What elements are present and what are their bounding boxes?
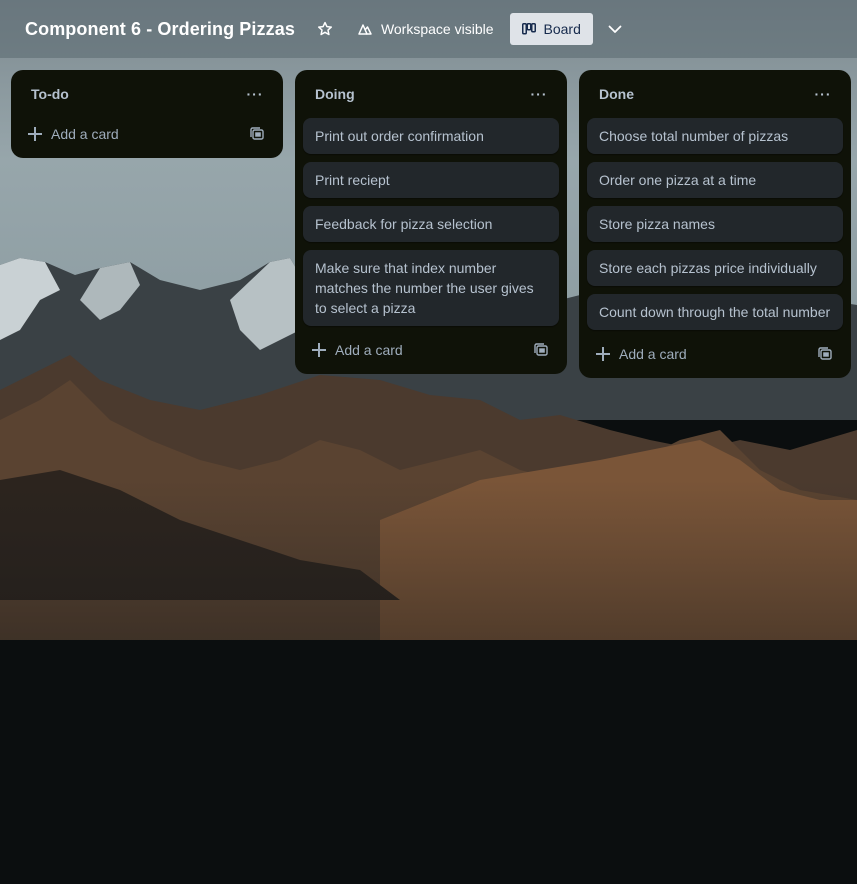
create-from-template-button[interactable]: [813, 342, 837, 366]
template-icon: [818, 347, 832, 360]
add-card-button[interactable]: Add a card: [27, 126, 119, 142]
add-card-label: Add a card: [335, 342, 403, 358]
list-title[interactable]: Doing: [315, 86, 355, 102]
visibility-label: Workspace visible: [380, 21, 494, 37]
list-title[interactable]: To-do: [31, 86, 69, 102]
list-header: To-do ···: [19, 70, 275, 118]
card[interactable]: Store pizza names: [587, 206, 843, 242]
star-button[interactable]: [309, 13, 341, 45]
list-menu-button[interactable]: ···: [807, 78, 839, 110]
list-doing: Doing ··· Print out order confirmation P…: [295, 70, 567, 374]
template-icon: [250, 127, 264, 140]
list-header: Done ···: [587, 70, 843, 118]
card[interactable]: Choose total number of pizzas: [587, 118, 843, 154]
add-card-label: Add a card: [51, 126, 119, 142]
card[interactable]: Make sure that index number matches the …: [303, 250, 559, 326]
list-footer: Add a card: [19, 118, 275, 150]
add-card-label: Add a card: [619, 346, 687, 362]
board-icon: [521, 23, 536, 35]
list-footer: Add a card: [303, 334, 559, 366]
list-done: Done ··· Choose total number of pizzas O…: [579, 70, 851, 378]
add-card-button[interactable]: Add a card: [595, 346, 687, 362]
card[interactable]: Count down through the total number: [587, 294, 843, 330]
list-footer: Add a card: [587, 338, 843, 370]
add-card-button[interactable]: Add a card: [311, 342, 403, 358]
views-dropdown-button[interactable]: [599, 13, 631, 45]
board-header: Component 6 - Ordering Pizzas Workspace …: [0, 0, 857, 58]
create-from-template-button[interactable]: [245, 122, 269, 146]
more-icon: ···: [814, 86, 832, 102]
people-icon: [358, 24, 372, 35]
card-list: Print out order confirmation Print recie…: [303, 118, 559, 326]
list-title[interactable]: Done: [599, 86, 634, 102]
board-view-label: Board: [543, 21, 581, 37]
list-header: Doing ···: [303, 70, 559, 118]
plus-icon: [311, 342, 327, 358]
plus-icon: [27, 126, 43, 142]
card[interactable]: Print reciept: [303, 162, 559, 198]
more-icon: ···: [530, 86, 548, 102]
create-from-template-button[interactable]: [529, 338, 553, 362]
chevron-down-icon: [608, 25, 622, 33]
card[interactable]: Order one pizza at a time: [587, 162, 843, 198]
board-lists: To-do ··· Add a card Doing ··· Print out…: [11, 70, 851, 378]
card[interactable]: Feedback for pizza selection: [303, 206, 559, 242]
plus-icon: [595, 346, 611, 362]
card[interactable]: Print out order confirmation: [303, 118, 559, 154]
card[interactable]: Store each pizzas price individually: [587, 250, 843, 286]
card-list: Choose total number of pizzas Order one …: [587, 118, 843, 330]
list-menu-button[interactable]: ···: [523, 78, 555, 110]
board-view-button[interactable]: Board: [509, 13, 593, 45]
visibility-button[interactable]: Workspace visible: [357, 21, 494, 37]
list-menu-button[interactable]: ···: [239, 78, 271, 110]
list-todo: To-do ··· Add a card: [11, 70, 283, 158]
star-icon: [317, 21, 332, 36]
more-icon: ···: [246, 86, 264, 102]
board-title[interactable]: Component 6 - Ordering Pizzas: [25, 19, 295, 40]
template-icon: [534, 343, 548, 356]
